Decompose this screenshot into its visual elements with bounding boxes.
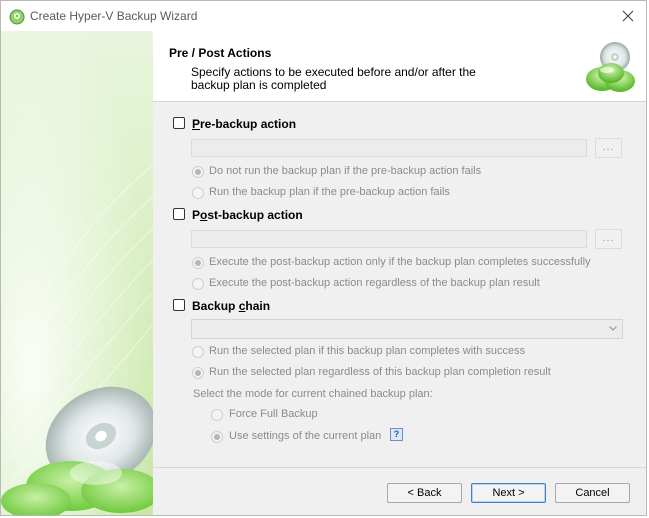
backup-chain-checkbox[interactable] [173,299,185,311]
side-banner [1,31,153,515]
window-title: Create Hyper-V Backup Wizard [30,9,198,23]
page-subtitle-line2: backup plan is completed [191,78,327,92]
page-subtitle: Specify actions to be executed before an… [191,66,491,92]
page-title: Pre / Post Actions [169,46,272,60]
pre-backup-browse-button[interactable]: ... [595,138,622,158]
mode-force-full-label: Force Full Backup [229,408,318,420]
content-area: Pre-backup action ... Do not run the bac… [153,102,646,467]
app-icon [9,9,25,25]
pre-backup-option-1-label: Do not run the backup plan if the pre-ba… [209,165,482,177]
backup-chain-label: Backup chain [192,299,270,313]
post-backup-option-2-radio[interactable] [192,278,204,290]
post-backup-label-rest: st-backup action [207,208,303,222]
post-backup-option-1-radio[interactable] [192,257,204,269]
title-bar: Create Hyper-V Backup Wizard [1,1,646,31]
cancel-button[interactable]: Cancel [555,483,630,503]
backup-chain-label-prefix: Backup [192,299,239,313]
backup-chain-plan-select[interactable] [191,319,623,339]
footer-divider [153,467,646,468]
post-backup-option-2-label: Execute the post-backup action regardles… [209,277,540,289]
pre-backup-label: Pre-backup action [192,117,296,131]
post-backup-option-1-label: Execute the post-backup action only if t… [209,256,591,268]
back-button[interactable]: < Back [387,483,462,503]
wizard-window: Create Hyper-V Backup Wizard Pre / Post … [0,0,647,516]
wizard-header: Pre / Post Actions Specify actions to be… [153,31,646,102]
backup-disc-icon [586,42,635,92]
post-backup-checkbox[interactable] [173,208,185,220]
chain-option-2-radio[interactable] [192,367,204,379]
post-backup-label: Post-backup action [192,208,303,222]
pre-backup-checkbox[interactable] [173,117,185,129]
pre-backup-label-mnemonic: P [192,117,201,131]
pre-backup-option-2-radio[interactable] [192,187,204,199]
mode-current-settings-radio[interactable] [211,431,223,443]
post-backup-command-field[interactable] [191,230,587,248]
pre-backup-label-rest: re-backup action [200,117,297,131]
chain-option-2-label: Run the selected plan regardless of this… [209,366,551,378]
pre-backup-option-1-radio[interactable] [192,166,204,178]
mode-current-settings-label: Use settings of the current plan [229,430,382,442]
chevron-down-icon [609,326,617,331]
backup-chain-label-rest: hain [245,299,271,313]
post-backup-browse-button[interactable]: ... [595,229,622,249]
pre-backup-option-2-label: Run the backup plan if the pre-backup ac… [209,186,450,198]
banner-artwork [1,31,153,515]
pre-backup-command-field[interactable] [191,139,587,157]
help-icon[interactable]: ? [390,428,403,441]
chain-mode-caption: Select the mode for current chained back… [193,388,433,400]
post-backup-label-prefix: P [192,208,201,222]
close-icon[interactable] [618,6,638,26]
chain-option-1-label: Run the selected plan if this backup pla… [209,345,526,357]
mode-force-full-radio[interactable] [211,409,223,421]
chain-option-1-radio[interactable] [192,346,204,358]
next-button[interactable]: Next > [471,483,546,503]
